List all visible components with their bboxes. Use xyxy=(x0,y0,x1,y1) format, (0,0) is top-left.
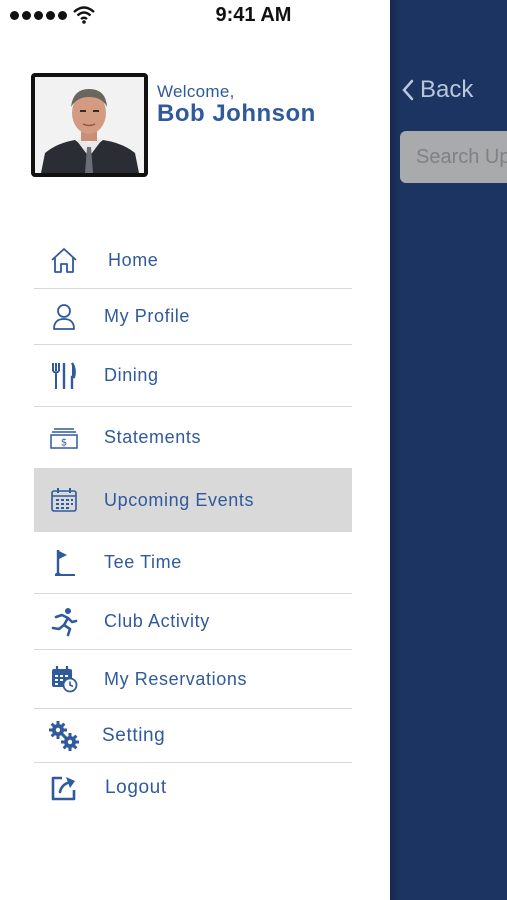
profile-photo xyxy=(35,77,144,173)
logout-icon xyxy=(34,774,94,802)
dining-icon xyxy=(34,361,94,391)
gears-icon xyxy=(34,720,94,752)
chevron-left-icon xyxy=(402,79,414,101)
menu-item-club-activity[interactable]: Club Activity xyxy=(34,594,352,650)
search-input[interactable]: Search Up xyxy=(400,131,507,183)
menu-item-my-reservations[interactable]: My Reservations xyxy=(34,650,352,709)
menu-item-label: Logout xyxy=(105,777,167,798)
statement-icon: $ xyxy=(34,427,94,449)
back-button[interactable]: Back xyxy=(402,76,473,104)
home-icon xyxy=(34,246,94,274)
menu-item-label: Dining xyxy=(104,365,159,385)
user-name: Bob Johnson xyxy=(157,100,316,127)
menu-item-label: My Profile xyxy=(104,306,191,326)
back-label: Back xyxy=(420,76,474,103)
status-time: 9:41 AM xyxy=(215,4,292,26)
menu-item-my-profile[interactable]: My Profile xyxy=(34,289,352,345)
menu-item-setting[interactable]: Setting xyxy=(34,709,352,763)
menu-item-statements[interactable]: $ Statements xyxy=(34,407,352,469)
calendar-clock-icon xyxy=(34,665,94,693)
menu-item-label: Upcoming Events xyxy=(104,489,255,510)
user-icon xyxy=(34,303,94,331)
menu-item-logout[interactable]: Logout xyxy=(34,763,352,813)
avatar[interactable] xyxy=(31,73,148,177)
svg-text:$: $ xyxy=(61,437,67,448)
menu-item-tee-time[interactable]: Tee Time xyxy=(34,532,352,594)
menu-item-home[interactable]: Home xyxy=(34,232,352,289)
menu-item-label: Club Activity xyxy=(104,611,210,631)
navigation-menu: Home My Profile Dining $ Statements Upco… xyxy=(34,232,352,813)
welcome-text: Welcome, xyxy=(157,82,235,101)
side-drawer: Welcome, Bob Johnson Home My Profile Din… xyxy=(0,0,400,900)
menu-item-label: My Reservations xyxy=(104,668,248,689)
menu-item-label: Setting xyxy=(102,724,166,746)
menu-item-label: Statements xyxy=(104,427,202,447)
golf-flag-icon xyxy=(34,548,94,578)
menu-item-upcoming-events[interactable]: Upcoming Events xyxy=(34,469,352,532)
calendar-icon xyxy=(34,487,94,513)
menu-item-label: Tee Time xyxy=(104,552,182,572)
main-panel: Back Search Up xyxy=(390,0,507,900)
app-screen: Back Search Up Welcome, Bob Johnson Home… xyxy=(0,0,507,900)
running-icon xyxy=(34,607,94,637)
menu-item-label: Home xyxy=(108,249,159,270)
menu-item-dining[interactable]: Dining xyxy=(34,345,352,407)
